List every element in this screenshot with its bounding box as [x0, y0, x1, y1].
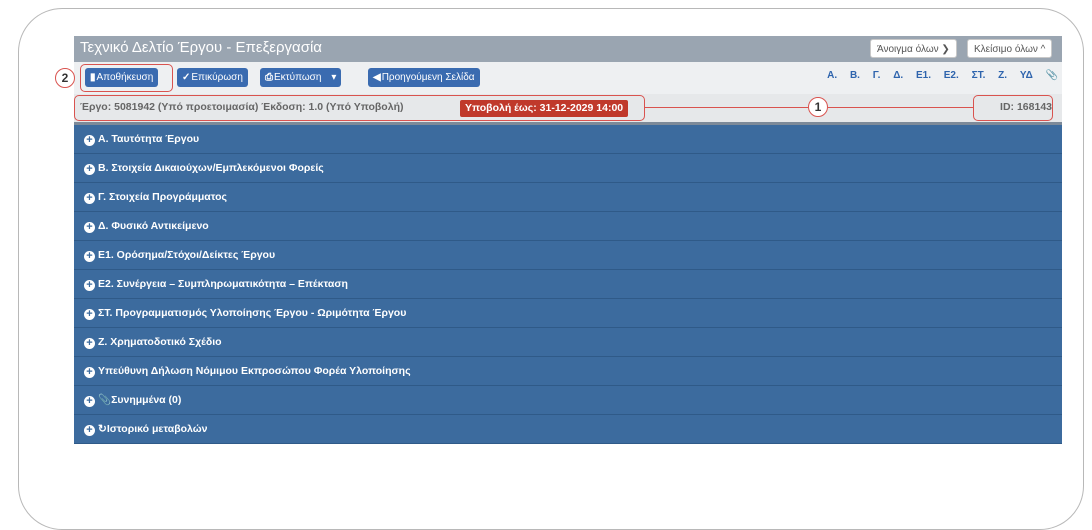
plus-circle-icon: + [84, 280, 95, 291]
plus-circle-icon: + [84, 193, 95, 204]
section-z[interactable]: + Ζ. Χρηματοδοτικό Σχέδιο [74, 328, 1062, 357]
check-icon: ✓ [182, 72, 191, 83]
callout-2: 2 [55, 68, 75, 88]
collapse-all-button[interactable]: Κλείσιμο όλων ^ [967, 39, 1053, 58]
caret-down-icon: ▾ [331, 72, 337, 83]
save-highlight [80, 64, 173, 92]
section-link-yd[interactable]: ΥΔ [1020, 70, 1033, 81]
plus-circle-icon: + [84, 367, 95, 378]
callout-leader-right [828, 107, 973, 108]
plus-circle-icon: + [84, 425, 95, 436]
section-a[interactable]: + Α. Ταυτότητα Έργου [74, 125, 1062, 154]
section-d[interactable]: + Δ. Φυσικό Αντικείμενο [74, 212, 1062, 241]
title-bar: Τεχνικό Δελτίο Έργου - Επεξεργασία Άνοιγ… [74, 36, 1062, 62]
expand-all-button[interactable]: Άνοιγμα όλων ❯ [870, 39, 957, 58]
chevron-down-icon: ❯ [941, 44, 950, 55]
section-attachments[interactable]: + 📎Συνημμένα (0) [74, 386, 1062, 415]
paperclip-icon: 📎 [98, 394, 112, 406]
section-link-d[interactable]: Δ. [893, 70, 903, 81]
section-e1[interactable]: + Ε1. Ορόσημα/Στόχοι/Δείκτες Έργου [74, 241, 1062, 270]
section-link-e2[interactable]: Ε2. [944, 70, 959, 81]
skip-back-icon: ◀ [373, 72, 381, 83]
id-highlight [973, 95, 1053, 121]
print-icon: ⎙ [265, 72, 273, 83]
plus-circle-icon: + [84, 396, 95, 407]
paperclip-icon[interactable]: 📎 [1046, 70, 1058, 81]
section-links: Α. Β. Γ. Δ. Ε1. Ε2. ΣΤ. Ζ. ΥΔ 📎 [817, 70, 1058, 81]
chevron-up-icon: ^ [1040, 44, 1046, 55]
plus-circle-icon: + [84, 251, 95, 262]
section-link-a[interactable]: Α. [827, 70, 837, 81]
section-link-st[interactable]: ΣΤ. [972, 70, 986, 81]
section-link-z[interactable]: Ζ. [998, 70, 1007, 81]
section-link-e1[interactable]: Ε1. [916, 70, 931, 81]
plus-circle-icon: + [84, 135, 95, 146]
previous-page-button[interactable]: ◀Προηγούμενη Σελίδα [368, 68, 480, 87]
plus-circle-icon: + [84, 338, 95, 349]
toolbar: ▮Αποθήκευση ✓Επικύρωση ⎙Εκτύπωση ▾ ◀Προηγ… [74, 62, 1062, 94]
section-e2[interactable]: + Ε2. Συνέργεια – Συμπληρωματικότητα – Επ… [74, 270, 1062, 299]
validate-button[interactable]: ✓Επικύρωση [177, 68, 248, 87]
info-highlight [74, 95, 645, 121]
plus-circle-icon: + [84, 222, 95, 233]
section-link-b[interactable]: Β. [850, 70, 860, 81]
callout-1: 1 [808, 97, 828, 117]
section-st[interactable]: + ΣΤ. Προγραμματισμός Υλοποίησης Έργου - … [74, 299, 1062, 328]
section-history[interactable]: + ↻Ιστορικό μεταβολών [74, 415, 1062, 444]
page-title: Τεχνικό Δελτίο Έργου - Επεξεργασία [80, 39, 322, 56]
section-link-c[interactable]: Γ. [873, 70, 881, 81]
callout-leader-left [645, 107, 808, 108]
section-declaration[interactable]: + Υπεύθυνη Δήλωση Νόμιμου Εκπροσώπου Φορέ… [74, 357, 1062, 386]
section-list: + Α. Ταυτότητα Έργου + Β. Στοιχεία Δικαιού… [74, 125, 1062, 444]
history-icon: ↻ [98, 423, 107, 435]
print-button[interactable]: ⎙Εκτύπωση ▾ [260, 68, 342, 87]
section-c[interactable]: + Γ. Στοιχεία Προγράμματος [74, 183, 1062, 212]
plus-circle-icon: + [84, 164, 95, 175]
plus-circle-icon: + [84, 309, 95, 320]
section-b[interactable]: + Β. Στοιχεία Δικαιούχων/Εμπλεκόμενοι Φορ… [74, 154, 1062, 183]
